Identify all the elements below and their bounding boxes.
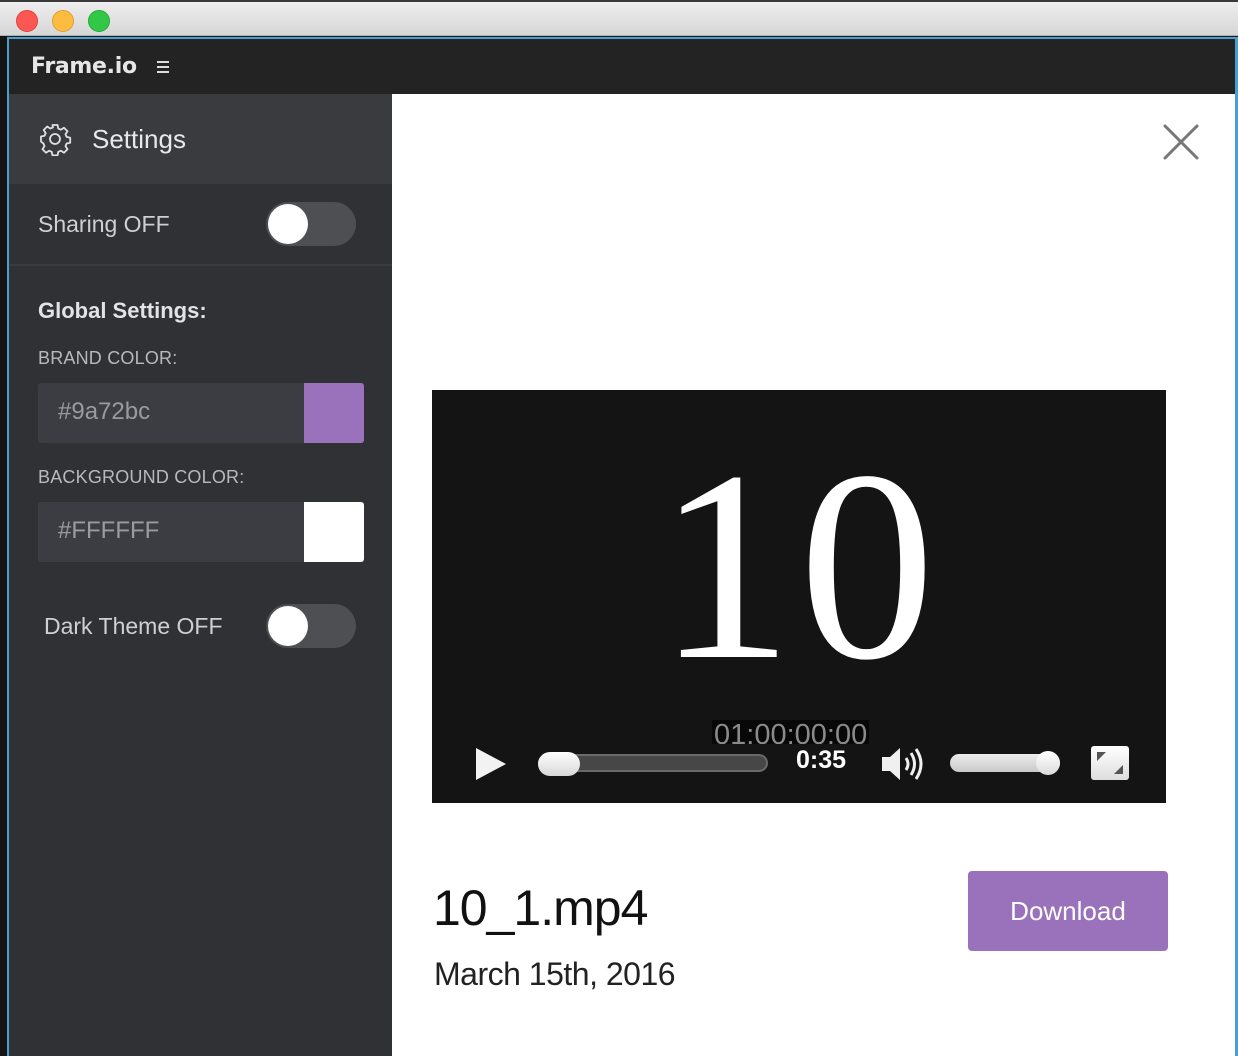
global-settings-title: Global Settings: bbox=[38, 298, 207, 323]
download-button[interactable]: Download bbox=[968, 871, 1168, 951]
window-zoom-button[interactable] bbox=[88, 10, 110, 32]
dark-theme-row: Dark Theme OFF bbox=[38, 604, 392, 648]
settings-sidebar: Settings Sharing OFF Global Settings: BR… bbox=[9, 94, 392, 1056]
brand-color-field[interactable]: #9a72bc bbox=[38, 383, 364, 443]
brand-color-label: BRAND COLOR: bbox=[38, 348, 178, 368]
global-settings: Global Settings: BRAND COLOR: #9a72bc BA… bbox=[9, 266, 392, 648]
seek-handle[interactable] bbox=[538, 752, 580, 776]
dark-theme-toggle[interactable] bbox=[266, 604, 356, 648]
window-minimize-button[interactable] bbox=[52, 10, 74, 32]
brand-color-input[interactable]: #9a72bc bbox=[58, 398, 150, 426]
dark-theme-label: Dark Theme OFF bbox=[44, 612, 223, 639]
settings-title: Settings bbox=[92, 123, 186, 154]
toggle-knob bbox=[268, 204, 308, 244]
background-window-edge bbox=[0, 36, 7, 1056]
volume-handle[interactable] bbox=[1036, 751, 1060, 775]
video-frame: 10 bbox=[657, 415, 941, 716]
window-titlebar bbox=[0, 0, 1238, 36]
current-time: 0:35 bbox=[796, 746, 847, 774]
play-icon[interactable] bbox=[472, 746, 508, 782]
background-color-field[interactable]: #FFFFFF bbox=[38, 502, 364, 562]
toggle-knob bbox=[268, 606, 308, 646]
window-close-button[interactable] bbox=[16, 10, 38, 32]
fullscreen-icon bbox=[1097, 752, 1123, 774]
app-window: Frame.io Settings Sharing OFF Global Set… bbox=[7, 37, 1238, 1056]
background-color-label: BACKGROUND COLOR: bbox=[38, 467, 245, 487]
gear-icon bbox=[40, 124, 72, 156]
close-icon[interactable] bbox=[1163, 124, 1199, 160]
volume-slider[interactable] bbox=[950, 751, 1060, 775]
file-name: 10_1.mp4 bbox=[433, 880, 648, 936]
background-color-swatch[interactable] bbox=[304, 502, 364, 562]
brand-color-swatch[interactable] bbox=[304, 383, 364, 443]
file-date: March 15th, 2016 bbox=[434, 956, 676, 992]
sharing-row: Sharing OFF bbox=[9, 184, 392, 266]
preview-panel: 10 01:00:00:00 0:35 10_1.mp4 March 15th,… bbox=[392, 94, 1235, 1056]
app-header: Frame.io bbox=[9, 39, 1235, 94]
timecode-overlay: 01:00:00:00 bbox=[712, 720, 870, 744]
hamburger-menu-icon[interactable] bbox=[156, 60, 169, 73]
volume-icon[interactable] bbox=[880, 744, 928, 784]
sharing-label: Sharing OFF bbox=[38, 210, 170, 237]
background-color-input[interactable]: #FFFFFF bbox=[58, 517, 159, 545]
video-player[interactable]: 10 01:00:00:00 0:35 bbox=[432, 390, 1166, 803]
settings-header: Settings bbox=[9, 94, 392, 184]
brand-logo[interactable]: Frame.io bbox=[31, 54, 137, 79]
fullscreen-button[interactable] bbox=[1091, 746, 1129, 780]
seek-bar[interactable] bbox=[538, 752, 768, 776]
sharing-toggle[interactable] bbox=[266, 202, 356, 246]
